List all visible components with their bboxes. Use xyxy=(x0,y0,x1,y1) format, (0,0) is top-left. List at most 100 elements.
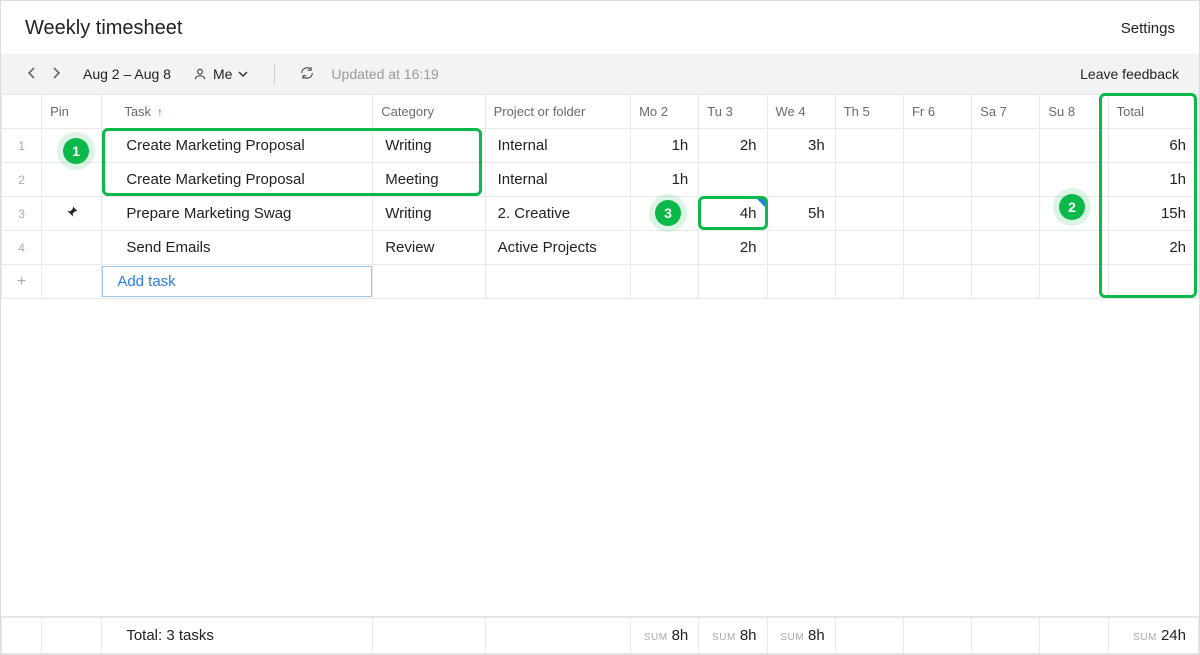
footer: Total: 3 tasks SUM8h SUM8h SUM8h SUM24h xyxy=(1,616,1199,654)
person-icon xyxy=(193,67,207,81)
row-total: 1h xyxy=(1108,163,1198,197)
pin-cell[interactable] xyxy=(42,197,102,231)
col-task[interactable]: Task ↑ xyxy=(102,95,373,129)
toolbar-divider xyxy=(274,64,275,84)
col-day-su[interactable]: Su 8 xyxy=(1040,95,1108,129)
col-day-fr[interactable]: Fr 6 xyxy=(903,95,971,129)
task-name[interactable]: Prepare Marketing Swag xyxy=(102,197,373,231)
row-index: 4 xyxy=(2,231,42,265)
time-cell[interactable] xyxy=(767,231,835,265)
col-task-label: Task xyxy=(124,104,151,119)
table-row: 1 Create Marketing ProposalWritingInterna… xyxy=(2,129,1199,163)
task-project[interactable]: Internal xyxy=(485,163,630,197)
time-cell[interactable] xyxy=(1040,197,1108,231)
task-name[interactable]: Create Marketing Proposal xyxy=(102,129,373,163)
task-category[interactable]: Review xyxy=(373,231,485,265)
add-task-row: + Add task xyxy=(2,265,1199,299)
table-row: 2 Create Marketing ProposalMeetingInterna… xyxy=(2,163,1199,197)
footer-sum-sa xyxy=(972,618,1040,654)
time-cell[interactable] xyxy=(835,163,903,197)
prev-week-button[interactable] xyxy=(21,63,41,86)
time-cell[interactable]: 2h xyxy=(699,231,767,265)
col-project[interactable]: Project or folder xyxy=(485,95,630,129)
row-total: 6h xyxy=(1108,129,1198,163)
time-cell[interactable] xyxy=(1040,163,1108,197)
time-cell[interactable] xyxy=(903,231,971,265)
timesheet-table: Pin Task ↑ Category Project or folder Mo… xyxy=(1,94,1199,299)
time-cell[interactable] xyxy=(1040,231,1108,265)
task-category[interactable]: Writing xyxy=(373,197,485,231)
table-row: 4 Send EmailsReviewActive Projects 2h 2h xyxy=(2,231,1199,265)
add-row-button[interactable]: + xyxy=(2,265,42,299)
time-cell[interactable] xyxy=(972,231,1040,265)
chevron-down-icon xyxy=(238,69,248,79)
time-cell[interactable] xyxy=(903,129,971,163)
time-cell[interactable] xyxy=(972,163,1040,197)
time-cell[interactable] xyxy=(835,197,903,231)
col-category[interactable]: Category xyxy=(373,95,485,129)
time-cell[interactable]: 1h xyxy=(631,129,699,163)
add-task-input[interactable]: Add task xyxy=(102,266,372,297)
row-index: 2 xyxy=(2,163,42,197)
footer-sum-su xyxy=(1040,618,1108,654)
task-name[interactable]: Create Marketing Proposal xyxy=(102,163,373,197)
row-index: 3 xyxy=(2,197,42,231)
toolbar: Aug 2 – Aug 8 Me Updated at 16:19 Leave … xyxy=(1,54,1199,94)
next-week-button[interactable] xyxy=(47,63,67,86)
footer-sum-tu: SUM8h xyxy=(699,618,767,654)
sort-ascending-icon: ↑ xyxy=(157,105,163,119)
cell-comment-indicator xyxy=(757,199,765,207)
task-project[interactable]: Active Projects xyxy=(485,231,630,265)
table-row: 3 Prepare Marketing SwagWriting2. Creativ… xyxy=(2,197,1199,231)
col-day-mo[interactable]: Mo 2 xyxy=(631,95,699,129)
pin-cell[interactable] xyxy=(42,231,102,265)
updated-label: Updated at 16:19 xyxy=(331,66,438,82)
leave-feedback-link[interactable]: Leave feedback xyxy=(1080,66,1179,82)
time-cell[interactable]: 3h xyxy=(767,129,835,163)
time-cell[interactable] xyxy=(631,231,699,265)
task-project[interactable]: Internal xyxy=(485,129,630,163)
col-day-we[interactable]: We 4 xyxy=(767,95,835,129)
col-day-th[interactable]: Th 5 xyxy=(835,95,903,129)
pin-cell[interactable] xyxy=(42,129,102,163)
person-label: Me xyxy=(213,66,232,82)
col-index xyxy=(2,95,42,129)
person-picker[interactable]: Me xyxy=(187,66,254,82)
time-cell[interactable] xyxy=(972,197,1040,231)
row-total: 15h xyxy=(1108,197,1198,231)
col-day-sa[interactable]: Sa 7 xyxy=(972,95,1040,129)
settings-link[interactable]: Settings xyxy=(1121,20,1175,37)
footer-total-tasks: Total: 3 tasks xyxy=(102,618,373,654)
footer-sum-fr xyxy=(903,618,971,654)
footer-sum-we: SUM8h xyxy=(767,618,835,654)
date-range[interactable]: Aug 2 – Aug 8 xyxy=(83,66,171,82)
time-cell[interactable] xyxy=(767,163,835,197)
pin-cell[interactable] xyxy=(42,163,102,197)
page-title: Weekly timesheet xyxy=(25,17,182,40)
col-day-tu[interactable]: Tu 3 xyxy=(699,95,767,129)
footer-sum-th xyxy=(835,618,903,654)
time-cell[interactable]: 1h xyxy=(631,163,699,197)
time-cell[interactable]: 5h xyxy=(767,197,835,231)
task-name[interactable]: Send Emails xyxy=(102,231,373,265)
time-cell[interactable] xyxy=(903,197,971,231)
time-cell[interactable] xyxy=(835,129,903,163)
task-category[interactable]: Meeting xyxy=(373,163,485,197)
row-index: 1 xyxy=(2,129,42,163)
header-row: Pin Task ↑ Category Project or folder Mo… xyxy=(2,95,1199,129)
col-pin[interactable]: Pin xyxy=(42,95,102,129)
task-project[interactable]: 2. Creative xyxy=(485,197,630,231)
pin-icon xyxy=(65,206,79,223)
time-cell[interactable] xyxy=(699,163,767,197)
time-cell[interactable] xyxy=(972,129,1040,163)
footer-grand-total: SUM24h xyxy=(1108,618,1198,654)
time-cell[interactable] xyxy=(1040,129,1108,163)
time-cell[interactable] xyxy=(835,231,903,265)
time-cell[interactable] xyxy=(903,163,971,197)
refresh-button[interactable] xyxy=(295,63,319,86)
time-cell[interactable]: 2h xyxy=(699,129,767,163)
col-total[interactable]: Total xyxy=(1108,95,1198,129)
task-category[interactable]: Writing xyxy=(373,129,485,163)
row-total: 2h xyxy=(1108,231,1198,265)
time-cell[interactable] xyxy=(631,197,699,231)
